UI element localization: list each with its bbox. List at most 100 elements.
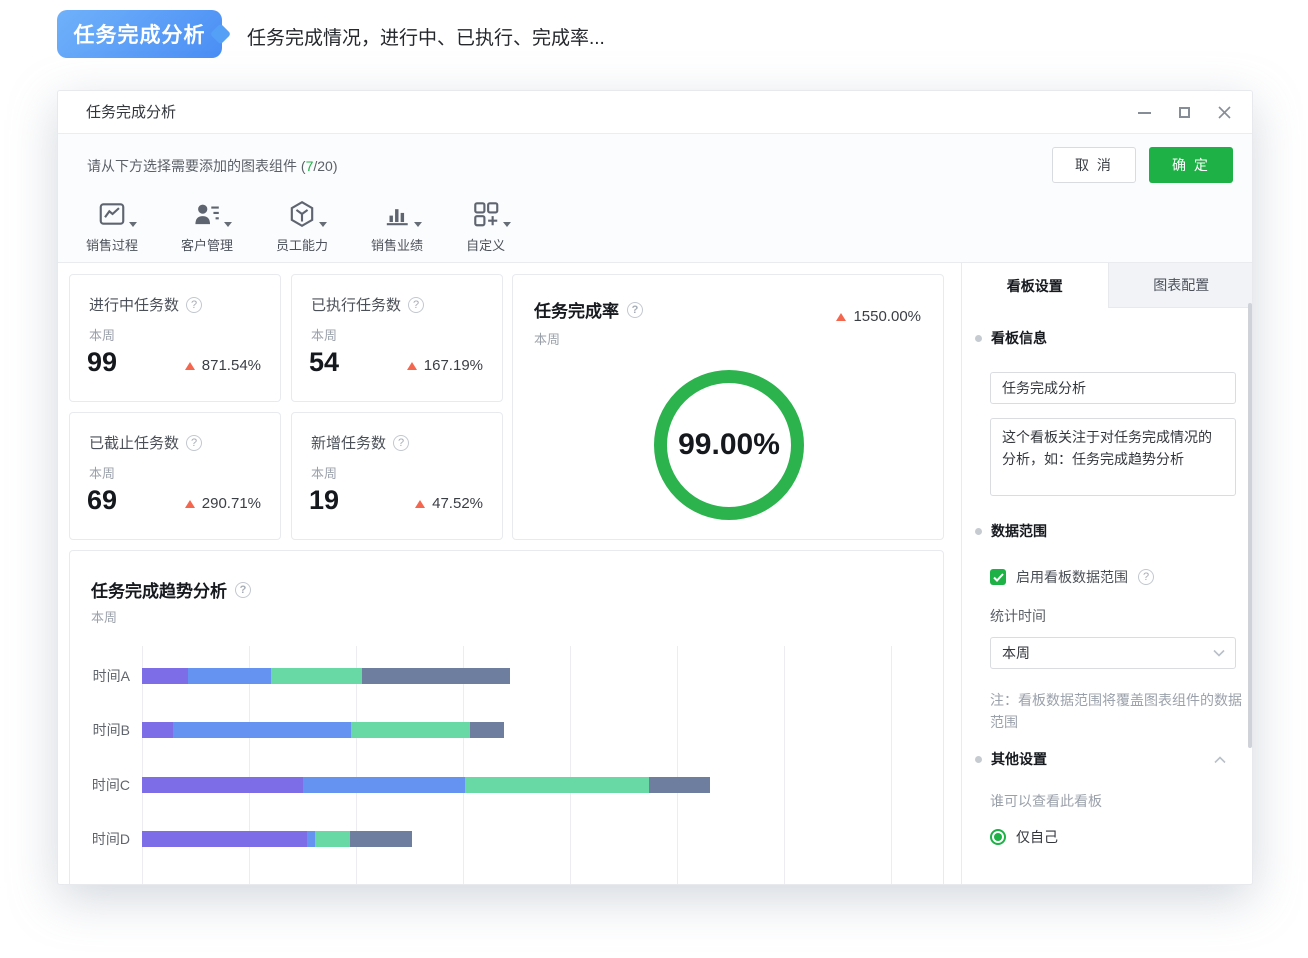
stat-title: 进行中任务数 <box>89 294 179 315</box>
sidebar-scrollbar[interactable] <box>1248 303 1252 748</box>
stat-value: 99 <box>87 347 117 378</box>
header-zone: 请从下方选择需要添加的图表组件 (7/20) 取 消 确 定 销售过程 <box>58 134 1252 263</box>
rate-title: 任务完成率 <box>534 297 619 322</box>
stat-period: 本周 <box>311 325 337 344</box>
chevron-down-icon <box>414 222 422 227</box>
enable-scope-checkbox-row[interactable]: 启用看板数据范围 ? <box>990 567 1154 587</box>
trend-period: 本周 <box>91 607 117 626</box>
stat-time-label: 统计时间 <box>990 606 1046 626</box>
scope-note: 注：看板数据范围将覆盖图表组件的数据范围 <box>990 689 1242 733</box>
bar-segment-segment-2 <box>188 668 271 684</box>
chart-row: 时间B <box>70 722 943 738</box>
bar-segment-segment-4 <box>362 668 510 684</box>
checkbox-checked-icon[interactable] <box>990 569 1006 585</box>
help-icon[interactable]: ? <box>627 302 643 318</box>
hexagon-radar-icon <box>286 199 318 229</box>
close-icon[interactable] <box>1216 105 1232 121</box>
stat-value: 19 <box>309 485 339 516</box>
rate-delta-value: 1550.00% <box>853 308 921 325</box>
visibility-label: 谁可以查看此看板 <box>990 791 1102 811</box>
enable-scope-label: 启用看板数据范围 <box>1016 567 1128 587</box>
bar-segment-segment-1 <box>142 668 188 684</box>
section-label: 看板信息 <box>991 328 1047 348</box>
stat-card-executed: 已执行任务数? 本周 54 167.19% <box>291 274 503 402</box>
bar-segment-segment-4 <box>350 831 412 847</box>
stat-value: 69 <box>87 485 117 516</box>
toolbar-item-custom[interactable]: 自定义 <box>461 199 510 254</box>
titlebar: 任务完成分析 <box>58 91 1252 134</box>
radio-selected-icon[interactable] <box>990 829 1006 845</box>
radio-label: 仅自己 <box>1016 827 1058 847</box>
prompt-text: 请从下方选择需要添加的图表组件 <box>87 158 297 174</box>
rate-period: 本周 <box>534 329 560 348</box>
tab-board-settings[interactable]: 看板设置 <box>962 263 1108 308</box>
toolbar-item-customer-management[interactable]: 客户管理 <box>176 199 238 254</box>
stacked-bar <box>142 777 710 793</box>
stat-time-select[interactable]: 本周 <box>990 637 1236 669</box>
toolbar-item-employee-ability[interactable]: 员工能力 <box>271 199 333 254</box>
stat-card-in-progress: 进行中任务数? 本周 99 871.54% <box>69 274 281 402</box>
category-label: 时间D <box>70 831 130 847</box>
bar-segment-segment-3 <box>271 668 362 684</box>
chart-row: 时间A <box>70 668 943 684</box>
maximize-icon[interactable] <box>1176 105 1192 121</box>
section-dot-icon <box>975 528 982 535</box>
toolbar-item-label: 自定义 <box>466 235 505 254</box>
delta-up-icon <box>407 362 417 370</box>
help-icon[interactable]: ? <box>1138 569 1154 585</box>
page: 任务完成分析 任务完成情况，进行中、已执行、完成率... 任务完成分析 请从下方… <box>0 0 1308 958</box>
stat-title: 已截止任务数 <box>89 432 179 453</box>
dialog-window: 任务完成分析 请从下方选择需要添加的图表组件 (7/20) 取 消 确 定 <box>57 90 1253 885</box>
help-icon[interactable]: ? <box>235 582 251 598</box>
cancel-button[interactable]: 取 消 <box>1052 147 1136 183</box>
custom-grid-icon <box>470 199 502 229</box>
category-label: 时间B <box>70 722 130 738</box>
bar-segment-segment-2 <box>307 831 316 847</box>
trend-chart-card: 任务完成趋势分析? 本周 时间A 时间B 时间C 时间D <box>69 550 944 885</box>
stat-card-ended: 已截止任务数? 本周 69 290.71% <box>69 412 281 540</box>
stat-period: 本周 <box>311 463 337 482</box>
stat-time-value: 本周 <box>1002 643 1030 663</box>
confirm-button[interactable]: 确 定 <box>1149 147 1233 183</box>
chevron-down-icon <box>503 222 511 227</box>
stat-delta-value: 290.71% <box>202 495 261 512</box>
chevron-down-icon <box>319 222 327 227</box>
settings-sidebar: 看板设置 图表配置 看板信息 这个看板关注于对任务完成情况的分析，如：任务完成趋… <box>961 263 1253 884</box>
bar-segment-segment-4 <box>470 722 503 738</box>
board-name-input[interactable] <box>990 372 1236 404</box>
window-controls <box>1136 91 1232 134</box>
help-icon[interactable]: ? <box>186 297 202 313</box>
chevron-up-icon[interactable] <box>1214 751 1226 769</box>
stat-title: 新增任务数 <box>311 432 386 453</box>
help-icon[interactable]: ? <box>186 435 202 451</box>
bar-segment-segment-3 <box>351 722 471 738</box>
banner-description: 任务完成情况，进行中、已执行、完成率... <box>247 23 605 50</box>
toolbar-item-sales-process[interactable]: 销售过程 <box>81 199 143 254</box>
chevron-down-icon <box>224 222 232 227</box>
line-chart-icon <box>96 199 128 229</box>
bar-segment-segment-1 <box>142 722 173 738</box>
stat-period: 本周 <box>89 463 115 482</box>
category-label: 时间C <box>70 777 130 793</box>
visibility-radio-row[interactable]: 仅自己 <box>990 827 1058 847</box>
toolbar-item-label: 员工能力 <box>276 235 328 254</box>
bar-segment-segment-2 <box>303 777 466 793</box>
feature-badge: 任务完成分析 <box>57 10 222 58</box>
stacked-bar <box>142 722 504 738</box>
stat-title: 已执行任务数 <box>311 294 401 315</box>
trend-title: 任务完成趋势分析 <box>91 577 227 602</box>
chart-row: 时间D <box>70 831 943 847</box>
completion-ring-value: 99.00% <box>678 428 780 462</box>
help-icon[interactable]: ? <box>393 435 409 451</box>
tab-chart-config[interactable]: 图表配置 <box>1108 263 1254 308</box>
chevron-down-icon <box>129 222 137 227</box>
customer-icon <box>191 199 223 229</box>
toolbar-item-sales-performance[interactable]: 销售业绩 <box>366 199 428 254</box>
bar-segment-segment-2 <box>173 722 351 738</box>
section-board-info: 看板信息 <box>990 328 1047 348</box>
section-label: 其他设置 <box>991 749 1047 769</box>
minimize-icon[interactable] <box>1136 105 1152 121</box>
board-description-textarea[interactable]: 这个看板关注于对任务完成情况的分析，如：任务完成趋势分析 <box>990 418 1236 496</box>
help-icon[interactable]: ? <box>408 297 424 313</box>
trend-plot: 时间A 时间B 时间C 时间D <box>70 646 943 885</box>
